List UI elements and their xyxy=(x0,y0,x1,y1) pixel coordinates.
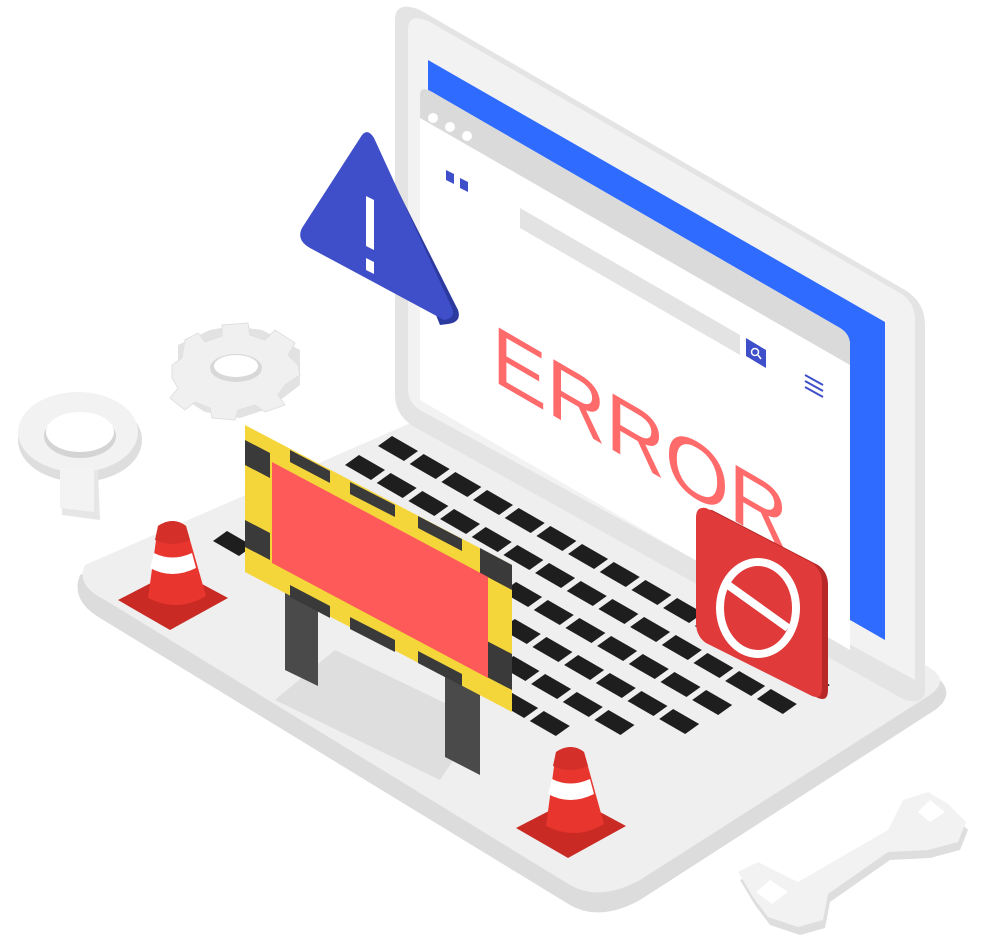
laptop-error-scene: ERROR xyxy=(18,6,968,935)
magnifier-icon xyxy=(18,392,142,520)
gear-icon xyxy=(169,322,301,421)
error-illustration: ERROR xyxy=(0,0,987,943)
